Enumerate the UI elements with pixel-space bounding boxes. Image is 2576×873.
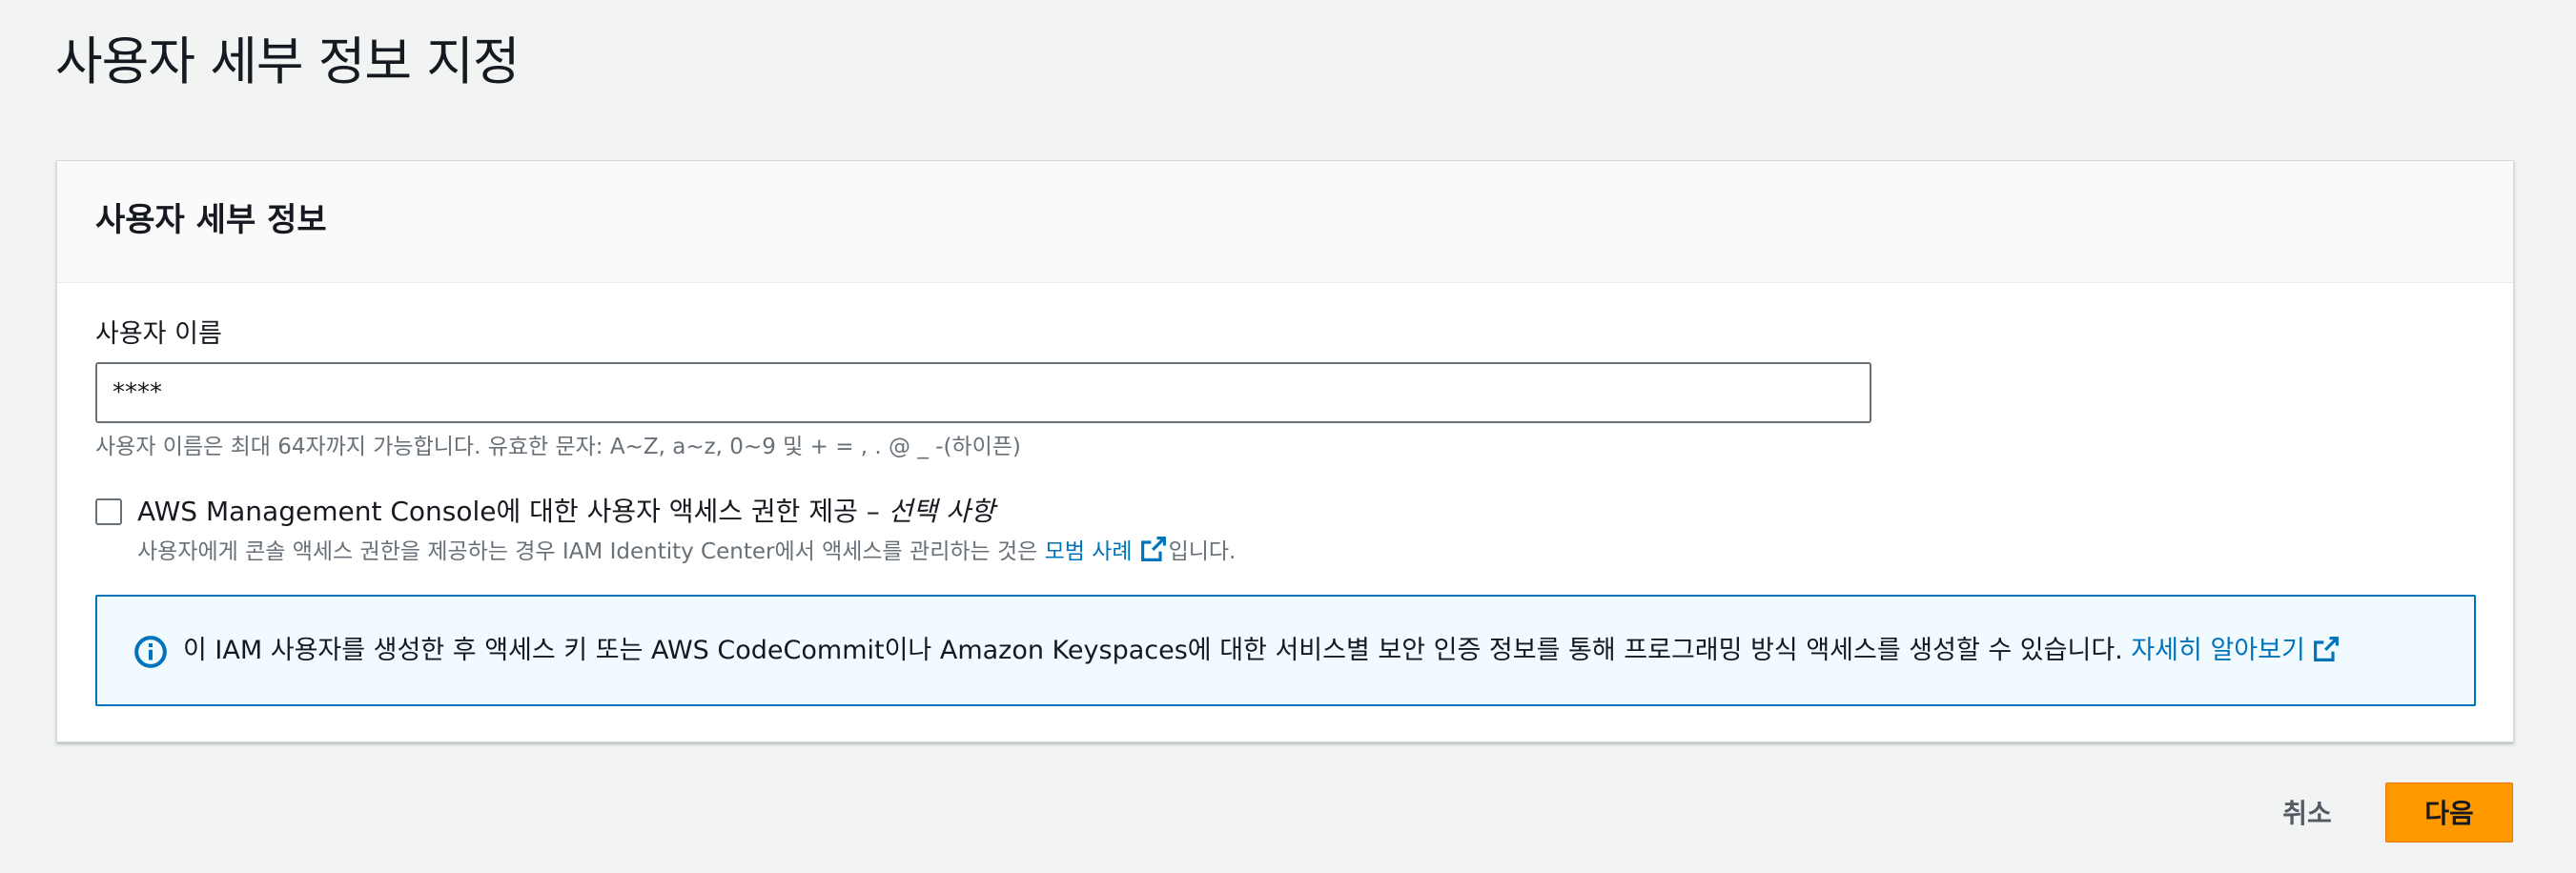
username-label: 사용자 이름 bbox=[95, 319, 222, 349]
panel-header: 사용자 세부 정보 bbox=[57, 161, 2513, 283]
username-hint: 사용자 이름은 최대 64자까지 가능합니다. 유효한 문자: A~Z, a~z… bbox=[95, 435, 1021, 459]
external-link-icon[interactable] bbox=[1140, 536, 1167, 562]
info-alert-text: 이 IAM 사용자를 생성한 후 액세스 키 또는 AWS CodeCommit… bbox=[183, 629, 2341, 673]
user-details-panel: 사용자 세부 정보 사용자 이름 사용자 이름은 최대 64자까지 가능합니다.… bbox=[56, 160, 2514, 742]
username-input[interactable] bbox=[95, 362, 1871, 423]
optional-tag: 선택 사항 bbox=[888, 496, 995, 527]
console-access-label-text: AWS Management Console에 대한 사용자 액세스 권한 제공 bbox=[137, 496, 858, 527]
console-access-checkbox[interactable] bbox=[95, 498, 122, 525]
learn-more-link[interactable]: 자세히 알아보기 bbox=[2131, 636, 2304, 665]
info-alert: 이 IAM 사용자를 생성한 후 액세스 키 또는 AWS CodeCommit… bbox=[95, 595, 2476, 706]
label-separator: – bbox=[857, 496, 889, 527]
best-practice-link[interactable]: 모범 사례 bbox=[1045, 539, 1133, 564]
info-alert-message: 이 IAM 사용자를 생성한 후 액세스 키 또는 AWS CodeCommit… bbox=[183, 636, 2123, 665]
info-icon bbox=[134, 636, 167, 668]
next-button[interactable]: 다음 bbox=[2385, 782, 2513, 843]
description-suffix: 입니다. bbox=[1168, 539, 1237, 564]
console-access-description: 사용자에게 콘솔 액세스 권한을 제공하는 경우 IAM Identity Ce… bbox=[137, 533, 1236, 571]
external-link-icon[interactable] bbox=[2313, 636, 2340, 662]
panel-title: 사용자 세부 정보 bbox=[95, 201, 327, 239]
description-prefix: 사용자에게 콘솔 액세스 권한을 제공하는 경우 IAM Identity Ce… bbox=[137, 539, 1038, 564]
page-title: 사용자 세부 정보 지정 bbox=[55, 31, 521, 91]
console-access-label[interactable]: AWS Management Console에 대한 사용자 액세스 권한 제공… bbox=[137, 491, 995, 533]
cancel-button[interactable]: 취소 bbox=[2250, 783, 2364, 843]
